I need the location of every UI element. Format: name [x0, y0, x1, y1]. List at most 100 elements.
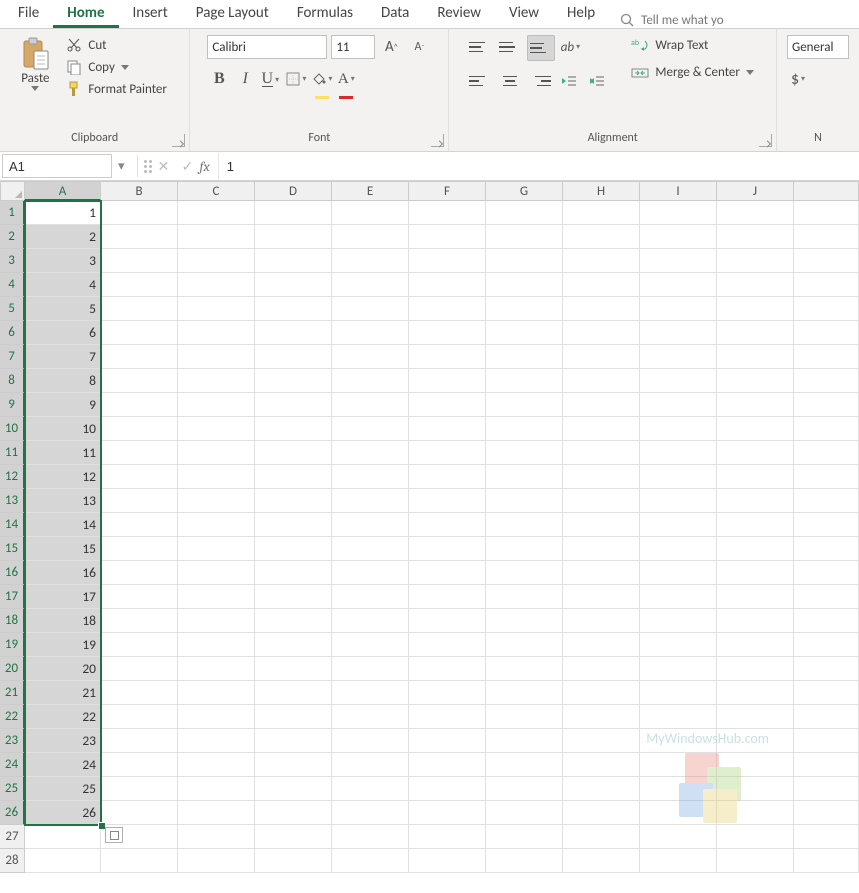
cell-H5[interactable]: [563, 297, 640, 321]
cell-J9[interactable]: [717, 393, 794, 417]
cell-A25[interactable]: 25: [25, 777, 101, 801]
cell-J18[interactable]: [717, 609, 794, 633]
cell-G21[interactable]: [486, 681, 563, 705]
currency-button[interactable]: $▾: [787, 67, 811, 91]
cell-C18[interactable]: [178, 609, 255, 633]
row-header-11[interactable]: 11: [0, 441, 25, 465]
cell-A1[interactable]: 1: [25, 201, 101, 225]
cell-J3[interactable]: [717, 249, 794, 273]
row-header-7[interactable]: 7: [0, 345, 25, 369]
cell-B14[interactable]: [101, 513, 178, 537]
cell-J4[interactable]: [717, 273, 794, 297]
cell-D16[interactable]: [255, 561, 332, 585]
cell-E6[interactable]: [332, 321, 409, 345]
decrease-indent-button[interactable]: [557, 69, 581, 93]
increase-indent-button[interactable]: [585, 69, 609, 93]
cell-A7[interactable]: 7: [25, 345, 101, 369]
cell-G26[interactable]: [486, 801, 563, 825]
cell-E22[interactable]: [332, 705, 409, 729]
cell-B15[interactable]: [101, 537, 178, 561]
cell-D5[interactable]: [255, 297, 332, 321]
cell-F13[interactable]: [409, 489, 486, 513]
row-header-15[interactable]: 15: [0, 537, 25, 561]
cell-A10[interactable]: 10: [25, 417, 101, 441]
cell-B16[interactable]: [101, 561, 178, 585]
cell-J17[interactable]: [717, 585, 794, 609]
cell-J20[interactable]: [717, 657, 794, 681]
cell-C26[interactable]: [178, 801, 255, 825]
cell-A14[interactable]: 14: [25, 513, 101, 537]
column-header-G[interactable]: G: [486, 181, 563, 201]
cell-H23[interactable]: [563, 729, 640, 753]
name-box[interactable]: [2, 154, 112, 178]
cell-E2[interactable]: [332, 225, 409, 249]
cell-H1[interactable]: [563, 201, 640, 225]
cell-J22[interactable]: [717, 705, 794, 729]
cell-I27[interactable]: [640, 825, 717, 849]
cell-H11[interactable]: [563, 441, 640, 465]
cell-C16[interactable]: [178, 561, 255, 585]
cell-A20[interactable]: 20: [25, 657, 101, 681]
cell-E12[interactable]: [332, 465, 409, 489]
cell-B22[interactable]: [101, 705, 178, 729]
cell-A19[interactable]: 19: [25, 633, 101, 657]
cell-C20[interactable]: [178, 657, 255, 681]
decrease-font-button[interactable]: Aˇ: [407, 35, 431, 59]
number-format-combo[interactable]: [787, 35, 849, 59]
fill-color-button[interactable]: ▾: [311, 67, 335, 91]
cell-I6[interactable]: [640, 321, 717, 345]
cell-F25[interactable]: [409, 777, 486, 801]
cell-J16[interactable]: [717, 561, 794, 585]
name-box-dropdown[interactable]: ▾: [112, 159, 131, 174]
cell-I15[interactable]: [640, 537, 717, 561]
cell-F3[interactable]: [409, 249, 486, 273]
row-header-18[interactable]: 18: [0, 609, 25, 633]
cell-D26[interactable]: [255, 801, 332, 825]
cut-button[interactable]: Cut: [62, 35, 171, 55]
cell-A28[interactable]: [25, 849, 101, 873]
cell-B2[interactable]: [101, 225, 178, 249]
column-header-J[interactable]: J: [717, 181, 794, 201]
cell-H12[interactable]: [563, 465, 640, 489]
cell-F17[interactable]: [409, 585, 486, 609]
cell-J10[interactable]: [717, 417, 794, 441]
cell-B9[interactable]: [101, 393, 178, 417]
cell-B23[interactable]: [101, 729, 178, 753]
cell-D23[interactable]: [255, 729, 332, 753]
row-header-22[interactable]: 22: [0, 705, 25, 729]
cell-H3[interactable]: [563, 249, 640, 273]
cell-H14[interactable]: [563, 513, 640, 537]
cell-G28[interactable]: [486, 849, 563, 873]
cell-H18[interactable]: [563, 609, 640, 633]
cell-G7[interactable]: [486, 345, 563, 369]
paste-button[interactable]: Paste: [14, 33, 56, 95]
cell-A16[interactable]: 16: [25, 561, 101, 585]
row-header-12[interactable]: 12: [0, 465, 25, 489]
cell-C19[interactable]: [178, 633, 255, 657]
cell-A11[interactable]: 11: [25, 441, 101, 465]
cell-H17[interactable]: [563, 585, 640, 609]
cell-J2[interactable]: [717, 225, 794, 249]
cell-E15[interactable]: [332, 537, 409, 561]
cell-I7[interactable]: [640, 345, 717, 369]
cell-D20[interactable]: [255, 657, 332, 681]
cell-D1[interactable]: [255, 201, 332, 225]
cell-H25[interactable]: [563, 777, 640, 801]
accept-formula-button[interactable]: ✓: [176, 158, 200, 175]
cell-E13[interactable]: [332, 489, 409, 513]
cell-B21[interactable]: [101, 681, 178, 705]
row-header-6[interactable]: 6: [0, 321, 25, 345]
cell-E25[interactable]: [332, 777, 409, 801]
cell-C7[interactable]: [178, 345, 255, 369]
cell-J26[interactable]: [717, 801, 794, 825]
increase-font-button[interactable]: A^: [379, 35, 403, 59]
cell-D24[interactable]: [255, 753, 332, 777]
cell-H22[interactable]: [563, 705, 640, 729]
cell-G24[interactable]: [486, 753, 563, 777]
tab-formulas[interactable]: Formulas: [283, 0, 367, 28]
cell-J1[interactable]: [717, 201, 794, 225]
cell-I20[interactable]: [640, 657, 717, 681]
cell-D22[interactable]: [255, 705, 332, 729]
cell-J27[interactable]: [717, 825, 794, 849]
merge-center-button[interactable]: Merge & Center: [627, 57, 758, 82]
